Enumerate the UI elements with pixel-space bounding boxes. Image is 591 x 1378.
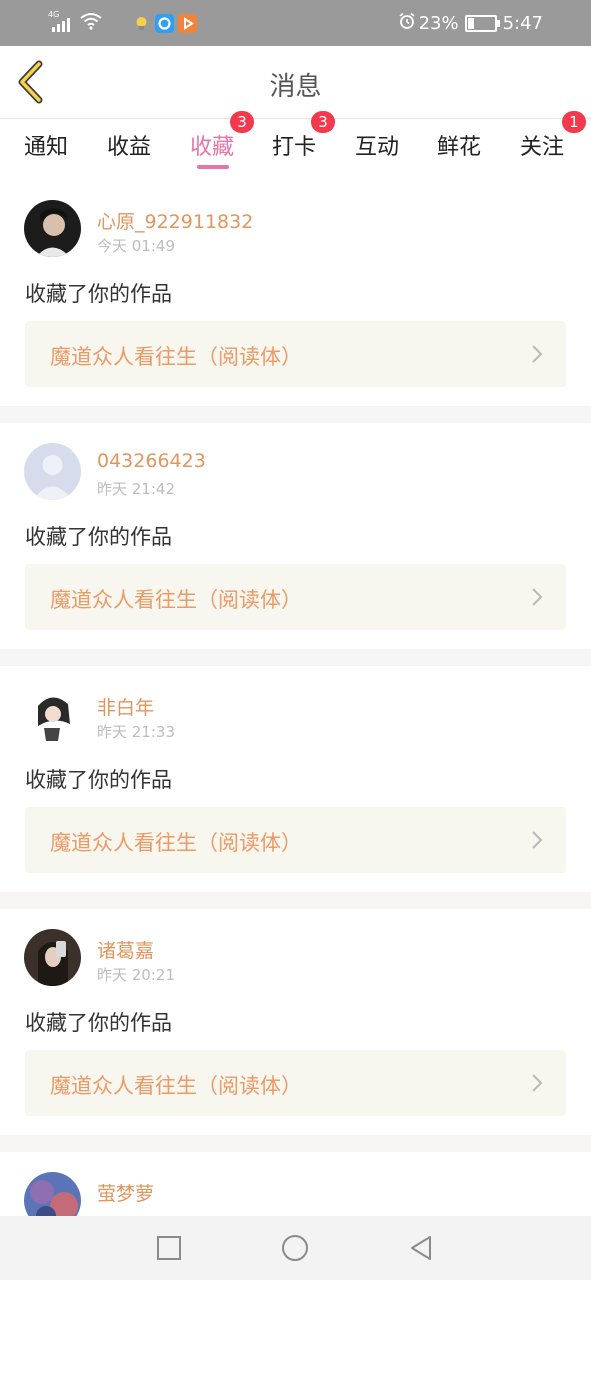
browser-app-icon (155, 13, 174, 33)
tab-label: 收藏 (190, 135, 235, 160)
tab-label: 收益 (107, 135, 152, 160)
recent-apps-button[interactable] (156, 1235, 182, 1261)
username[interactable]: 萤梦萝 (97, 1179, 154, 1206)
battery-percent: 23% (418, 12, 459, 34)
tab-label: 通知 (24, 135, 69, 160)
wifi-icon (80, 12, 102, 34)
tab-favorites[interactable]: 收藏 3 (190, 111, 254, 161)
username[interactable]: 心原_922911832 (97, 207, 253, 234)
tab-notifications[interactable]: 通知 (24, 129, 68, 161)
unread-badge: 1 (562, 111, 586, 133)
work-link[interactable]: 魔道众人看往生（阅读体） (25, 564, 566, 630)
action-text: 收藏了你的作品 (25, 1011, 172, 1035)
action-text: 收藏了你的作品 (25, 525, 172, 549)
work-title: 魔道众人看往生（阅读体） (50, 1074, 302, 1098)
tab-label: 互动 (355, 135, 400, 160)
tab-label: 鲜花 (437, 135, 482, 160)
active-tab-indicator (197, 165, 229, 169)
system-nav-bar (0, 1216, 591, 1280)
timestamp: 今天 01:49 (97, 237, 175, 255)
unread-badge: 3 (230, 111, 254, 133)
home-button[interactable] (281, 1234, 309, 1262)
tab-earnings[interactable]: 收益 (107, 129, 151, 161)
chevron-right-icon (532, 588, 543, 606)
clock: 5:47 (502, 12, 543, 34)
bulb-app-icon (132, 14, 151, 33)
battery-icon (464, 14, 500, 32)
username[interactable]: 043266423 (97, 450, 206, 472)
battery-level (467, 17, 474, 29)
avatar[interactable] (24, 443, 81, 500)
divider (0, 892, 591, 909)
header: 消息 (0, 46, 591, 119)
signal-icon: 4G (48, 10, 74, 32)
tab-interaction[interactable]: 互动 (355, 129, 399, 161)
work-title: 魔道众人看往生（阅读体） (50, 831, 302, 855)
action-text: 收藏了你的作品 (25, 282, 172, 306)
chevron-right-icon (532, 1074, 543, 1092)
action-text: 收藏了你的作品 (25, 768, 172, 792)
timestamp: 昨天 21:33 (97, 723, 175, 741)
username[interactable]: 非白年 (97, 693, 154, 720)
chevron-right-icon (532, 831, 543, 849)
chevron-right-icon (532, 345, 543, 363)
video-app-icon (178, 13, 197, 33)
work-link[interactable]: 魔道众人看往生（阅读体） (25, 807, 566, 873)
message-card: 非白年 昨天 21:33 收藏了你的作品 魔道众人看往生（阅读体） (0, 666, 591, 892)
message-card: 诸葛嘉 昨天 20:21 收藏了你的作品 魔道众人看往生（阅读体） (0, 909, 591, 1135)
divider (0, 1135, 591, 1152)
tab-checkin[interactable]: 打卡 3 (272, 111, 335, 161)
alarm-icon (398, 12, 416, 35)
message-list: 心原_922911832 今天 01:49 收藏了你的作品 魔道众人看往生（阅读… (0, 180, 591, 1378)
tab-bar: 通知 收益 收藏 3 打卡 3 互动 鲜花 关注 1 (0, 111, 591, 179)
tab-flowers[interactable]: 鲜花 (437, 129, 481, 161)
status-bar: 4G 23% 5:47 (0, 0, 591, 46)
unread-badge: 3 (311, 111, 335, 133)
divider (0, 406, 591, 423)
avatar[interactable] (24, 929, 81, 986)
tab-label: 打卡 (272, 135, 317, 160)
network-type: 4G (48, 10, 60, 19)
work-link[interactable]: 魔道众人看往生（阅读体） (25, 321, 566, 387)
avatar[interactable] (24, 686, 81, 743)
avatar[interactable] (24, 200, 81, 257)
divider (0, 649, 591, 666)
timestamp: 昨天 21:42 (97, 480, 175, 498)
tab-follow[interactable]: 关注 1 (520, 111, 586, 161)
work-link[interactable]: 魔道众人看往生（阅读体） (25, 1050, 566, 1116)
username[interactable]: 诸葛嘉 (97, 936, 154, 963)
back-nav-button[interactable] (407, 1234, 435, 1262)
page-title: 消息 (269, 72, 322, 102)
timestamp: 昨天 20:21 (97, 966, 175, 984)
work-title: 魔道众人看往生（阅读体） (50, 345, 302, 369)
tab-label: 关注 (520, 135, 565, 160)
work-title: 魔道众人看往生（阅读体） (50, 588, 302, 612)
message-card: 心原_922911832 今天 01:49 收藏了你的作品 魔道众人看往生（阅读… (0, 180, 591, 406)
message-card: 043266423 昨天 21:42 收藏了你的作品 魔道众人看往生（阅读体） (0, 423, 591, 649)
